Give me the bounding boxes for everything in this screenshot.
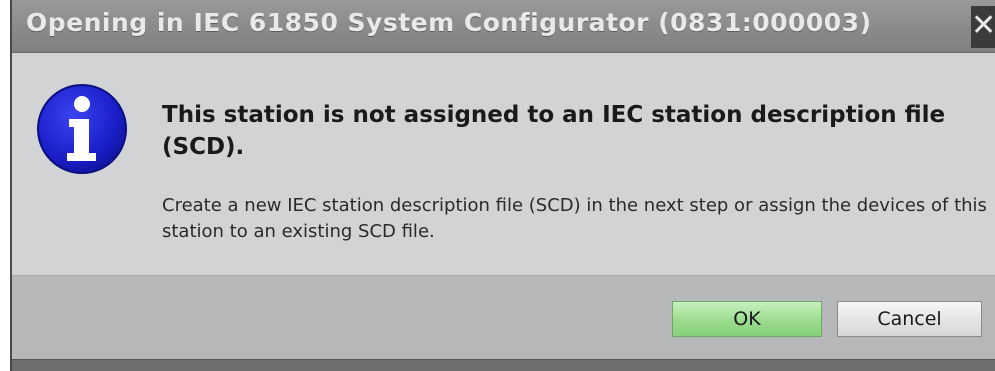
dialog-button-bar: OK Cancel <box>12 275 995 360</box>
message-dialog: Opening in IEC 61850 System Configurator… <box>10 0 995 371</box>
cancel-button[interactable]: Cancel <box>837 301 982 337</box>
info-icon <box>37 84 127 174</box>
ok-button[interactable]: OK <box>672 301 822 337</box>
close-button[interactable]: ✕ <box>971 6 995 48</box>
dialog-content: This station is not assigned to an IEC s… <box>12 53 995 275</box>
dialog-bottom-border <box>12 359 995 371</box>
dialog-heading: This station is not assigned to an IEC s… <box>162 102 946 160</box>
dialog-message: Create a new IEC station description fil… <box>162 195 987 242</box>
dialog-titlebar[interactable]: Opening in IEC 61850 System Configurator… <box>12 0 995 53</box>
dialog-title: Opening in IEC 61850 System Configurator… <box>26 8 872 37</box>
close-icon: ✕ <box>971 8 995 43</box>
